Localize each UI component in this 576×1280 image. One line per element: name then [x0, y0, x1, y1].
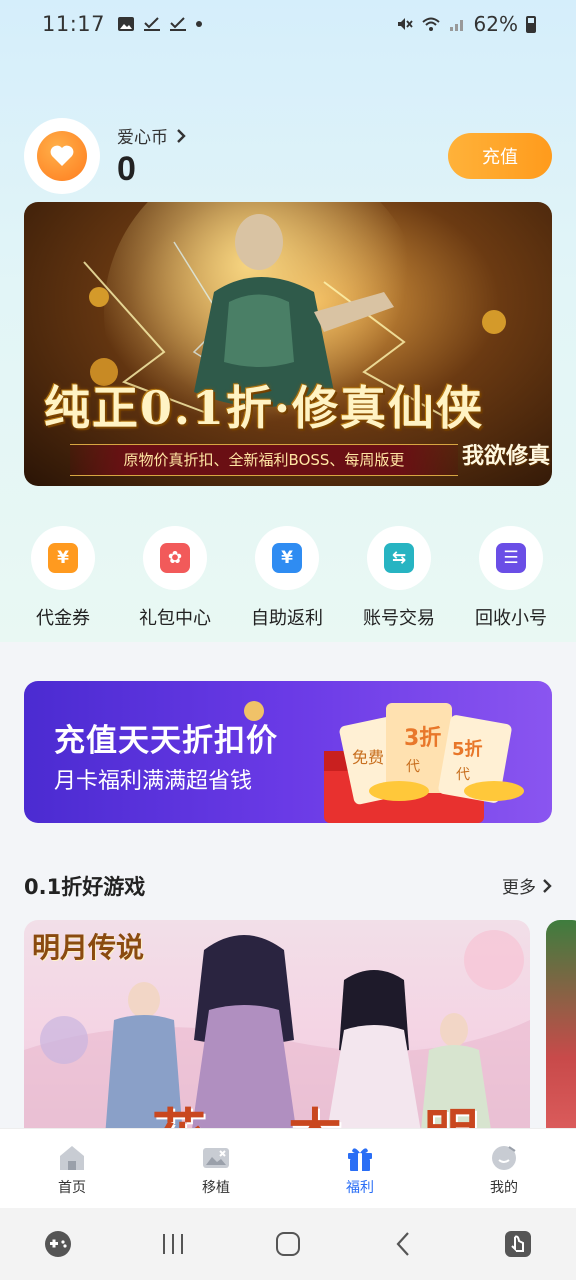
back-icon: [396, 1232, 409, 1256]
home-button[interactable]: [268, 1224, 308, 1264]
section-title: 0.1折好游戏: [24, 875, 146, 899]
nav-profile[interactable]: 我的: [432, 1129, 576, 1208]
back-button[interactable]: [383, 1224, 423, 1264]
recent-apps-button[interactable]: [153, 1224, 193, 1264]
home-icon: [60, 1146, 84, 1170]
hero-subtitle: 原物价真折扣、全新福利BOSS、每周版更: [70, 444, 458, 476]
game-logo: 明月传说: [32, 931, 145, 964]
promo-subtitle: 月卡福利满满超省钱: [54, 769, 253, 794]
ticket-3-text: 3折: [404, 726, 441, 751]
status-right: 62%: [396, 12, 536, 36]
quick-action-label: 礼包中心: [139, 608, 211, 629]
dot-icon: [196, 21, 203, 27]
battery-icon: [526, 15, 536, 33]
quick-action-voucher[interactable]: ¥ 代金券: [8, 526, 118, 630]
quick-action-circle: ¥: [31, 526, 95, 590]
promo-title: 充值天天折扣价: [54, 723, 278, 759]
coin-label: 爱心币: [117, 128, 168, 148]
gift-icon: [348, 1148, 372, 1171]
chevron-right-icon: [543, 878, 552, 893]
profile-icon: [492, 1146, 516, 1170]
heart-coin-avatar: [24, 118, 100, 194]
gift-box-icon: ✿: [160, 543, 190, 573]
notification-icons: [117, 16, 203, 32]
quick-action-label: 代金券: [36, 608, 90, 629]
quick-action-circle: ⇆: [367, 526, 431, 590]
system-nav-bar: [0, 1208, 576, 1280]
exchange-icon: ⇆: [384, 543, 414, 573]
quick-action-label: 账号交易: [363, 608, 435, 629]
chevron-right-icon: [177, 128, 186, 143]
gamepad-icon: [44, 1231, 71, 1257]
recent-apps-icon: [162, 1234, 183, 1254]
ticket-5-dai-text: 代: [456, 767, 470, 783]
quick-action-rebate[interactable]: ¥ 自助返利: [232, 526, 342, 630]
ticket-3-dai-text: 代: [406, 759, 420, 775]
wallet-row: 爱心币 0 充值: [24, 118, 552, 194]
nav-label: 首页: [58, 1180, 86, 1196]
recycle-icon: ☰: [496, 543, 526, 573]
game-card[interactable]: 明月传说 一花一木一明月: [24, 920, 530, 1150]
quick-action-recycle[interactable]: ☰ 回收小号: [456, 526, 566, 630]
voucher-icon: ¥: [48, 543, 78, 573]
nav-welfare[interactable]: 福利: [288, 1129, 432, 1208]
ticket-5-text: 5折: [452, 738, 483, 760]
game-launcher-button[interactable]: [38, 1224, 78, 1264]
check-notification-icon-2: [170, 17, 187, 31]
check-notification-icon: [144, 17, 161, 31]
rebate-icon: ¥: [272, 543, 302, 573]
quick-action-circle: ☰: [479, 526, 543, 590]
heart-icon: [37, 131, 87, 181]
quick-action-label: 自助返利: [251, 608, 323, 629]
bottom-nav: 首页 移植 福利 我的: [0, 1128, 576, 1208]
promo-banner[interactable]: 免费 3折 代 5折 代 充值天天折扣价 月卡福利满满超省钱: [24, 681, 552, 823]
game-card-partial[interactable]: [546, 920, 576, 1150]
coin-balance: 0: [117, 150, 136, 188]
signal-icon: [449, 20, 463, 31]
quick-actions: ¥ 代金券 ✿ 礼包中心 ¥ 自助返利 ⇆ 账号交易 ☰ 回收小号: [0, 526, 576, 636]
nav-port[interactable]: 移植: [144, 1129, 288, 1208]
hero-tag: 我欲修真: [462, 443, 551, 469]
mute-icon: [397, 18, 413, 30]
assistant-button[interactable]: [498, 1224, 538, 1264]
quick-action-account-trade[interactable]: ⇆ 账号交易: [344, 526, 454, 630]
home-circle-icon: [275, 1232, 300, 1256]
recharge-button[interactable]: 充值: [448, 133, 552, 179]
coin-label-link[interactable]: 爱心币: [117, 123, 186, 148]
nav-home[interactable]: 首页: [0, 1129, 144, 1208]
image-notification-icon: [118, 17, 135, 31]
quick-action-circle: ✿: [143, 526, 207, 590]
touch-assistant-icon: [505, 1231, 532, 1257]
hero-title: 纯正0.1折·修真仙侠: [43, 381, 485, 435]
quick-action-circle: ¥: [255, 526, 319, 590]
status-time: 11:17: [42, 12, 106, 36]
more-label: 更多: [502, 878, 536, 898]
status-bar: 11:17 62%: [0, 0, 576, 48]
wifi-icon: [421, 17, 440, 31]
quick-action-label: 回收小号: [475, 608, 547, 629]
quick-action-gift-center[interactable]: ✿ 礼包中心: [120, 526, 230, 630]
nav-label: 移植: [202, 1180, 230, 1196]
ticket-free-text: 免费: [352, 748, 384, 767]
nav-label: 我的: [490, 1180, 518, 1196]
battery-percent: 62%: [473, 12, 518, 36]
port-icon: [203, 1148, 229, 1168]
more-link[interactable]: 更多: [502, 873, 552, 898]
nav-label: 福利: [346, 1180, 374, 1196]
